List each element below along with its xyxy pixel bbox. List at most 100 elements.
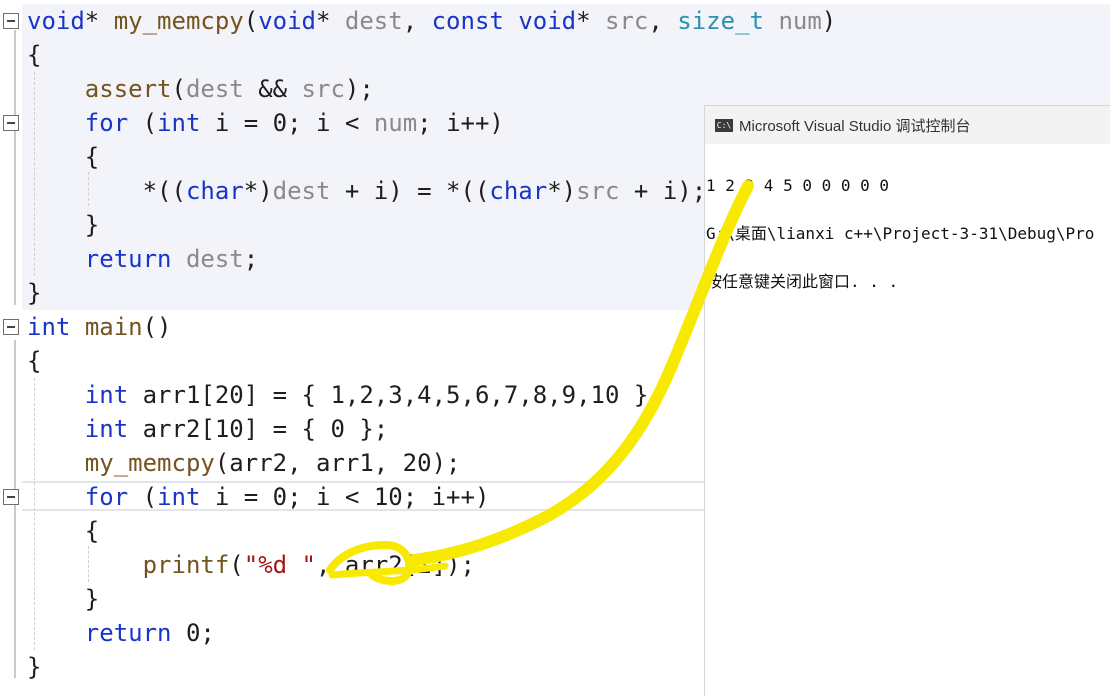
code-token: + i) = *(( — [330, 177, 490, 205]
code-token: arr1[20] = { 1,2,3,4,5,6,7,8,9,10 }; — [128, 381, 663, 409]
console-title: Microsoft Visual Studio 调试控制台 — [739, 117, 971, 135]
code-token: && — [243, 75, 302, 103]
code-token: i = 0; i < — [200, 109, 374, 137]
code-token: void — [27, 7, 85, 35]
code-token: for — [84, 109, 129, 137]
code-token: src — [605, 7, 649, 35]
code-token: * — [316, 7, 345, 35]
code-line[interactable]: } — [27, 276, 41, 310]
code-token: i = 0; i < 10; i++) — [200, 483, 490, 511]
code-token: int — [84, 381, 129, 409]
console-app-icon: C:\ — [715, 118, 733, 132]
code-token: *) — [547, 177, 577, 205]
code-line[interactable]: } — [27, 208, 99, 242]
code-token: my_memcpy — [113, 7, 244, 35]
code-token: return — [84, 245, 172, 273]
code-token: { — [27, 347, 42, 375]
code-token: for — [84, 483, 129, 511]
outline-bar — [14, 340, 16, 678]
console-line: 1 2 3 4 5 0 0 0 0 0 — [706, 176, 890, 195]
code-token: void — [518, 7, 577, 35]
code-token: { — [27, 517, 100, 545]
code-token: const — [431, 7, 504, 35]
console-output: 1 2 3 4 5 0 0 0 0 0 G:\桌面\lianxi c++\Pro… — [705, 144, 1110, 322]
code-token: dest — [185, 75, 244, 103]
code-line[interactable]: { — [27, 344, 41, 378]
code-line[interactable]: { — [27, 140, 99, 174]
code-token: my_memcpy — [84, 449, 215, 477]
code-token: } — [27, 585, 100, 613]
fold-toggle[interactable] — [3, 115, 19, 131]
code-token: * — [576, 7, 606, 35]
code-token: dest — [344, 7, 403, 35]
code-token: ; i++) — [417, 109, 504, 137]
code-token: "%d " — [243, 551, 316, 579]
code-token: arr2[10] = { 0 }; — [128, 415, 389, 443]
code-token: dest — [185, 245, 244, 273]
code-token: int — [27, 313, 71, 341]
console-line: G:\桌面\lianxi c++\Project-3-31\Debug\Pro — [706, 224, 1095, 243]
fold-toggle[interactable] — [3, 13, 19, 29]
code-token: , arr2[i]); — [316, 551, 475, 579]
fold-toggle[interactable] — [3, 489, 19, 505]
code-line[interactable]: { — [27, 38, 41, 72]
code-line[interactable]: } — [27, 582, 99, 616]
console-line: 按任意键关闭此窗口. . . — [706, 272, 899, 291]
code-token: ( — [171, 75, 186, 103]
code-token: void — [258, 7, 316, 35]
code-token: * — [84, 7, 114, 35]
code-token: return — [84, 619, 172, 647]
code-token: ; — [243, 245, 259, 273]
console-titlebar[interactable]: C:\ Microsoft Visual Studio 调试控制台 — [705, 106, 1110, 144]
code-token: (arr2, arr1, 20); — [214, 449, 461, 477]
code-token: *) — [243, 177, 273, 205]
code-token: } — [27, 279, 42, 307]
debug-console-window[interactable]: C:\ Microsoft Visual Studio 调试控制台 1 2 3 … — [704, 105, 1110, 696]
code-token: char — [489, 177, 548, 205]
code-line[interactable]: *((char*)dest + i) = *((char*)src + i); — [27, 174, 707, 208]
code-token: { — [27, 143, 100, 171]
code-line[interactable]: printf("%d ", arr2[i]); — [27, 548, 475, 582]
code-line[interactable]: return 0; — [27, 616, 215, 650]
fold-toggle[interactable] — [3, 319, 19, 335]
code-line[interactable]: } — [27, 650, 41, 684]
code-line[interactable]: return dest; — [27, 242, 258, 276]
code-line[interactable]: int arr2[10] = { 0 }; — [27, 412, 388, 446]
code-line[interactable]: { — [27, 514, 99, 548]
code-token: dest — [272, 177, 331, 205]
code-token: , — [648, 7, 678, 35]
code-line[interactable]: my_memcpy(arr2, arr1, 20); — [27, 446, 461, 480]
code-token: num — [778, 7, 822, 35]
code-token: size_t — [677, 7, 764, 35]
code-token: { — [27, 41, 42, 69]
code-token: src — [301, 75, 345, 103]
code-line[interactable]: void* my_memcpy(void* dest, const void* … — [27, 4, 836, 38]
code-line[interactable]: for (int i = 0; i < 10; i++) — [27, 480, 490, 514]
code-line[interactable]: assert(dest && src); — [27, 72, 374, 106]
code-token: assert — [84, 75, 172, 103]
code-token: int — [157, 483, 201, 511]
code-line[interactable]: int arr1[20] = { 1,2,3,4,5,6,7,8,9,10 }; — [27, 378, 663, 412]
code-token: src — [576, 177, 620, 205]
code-token: char — [185, 177, 244, 205]
code-token: main — [84, 313, 143, 341]
code-token: 0; — [171, 619, 215, 647]
code-token: ( — [243, 7, 259, 35]
code-token: ( — [128, 483, 158, 511]
code-line[interactable]: int main() — [27, 310, 172, 344]
outline-bar — [14, 30, 16, 305]
code-token: ( — [229, 551, 244, 579]
code-line[interactable]: for (int i = 0; i < num; i++) — [27, 106, 504, 140]
code-token: num — [373, 109, 418, 137]
